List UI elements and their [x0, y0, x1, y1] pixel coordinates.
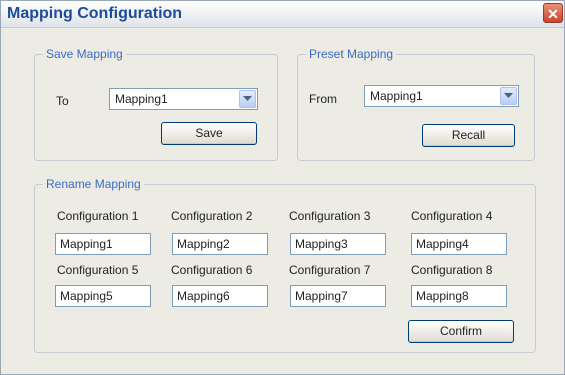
configuration-6-input[interactable]: Mapping6 — [172, 285, 268, 307]
configuration-4-input[interactable]: Mapping4 — [411, 233, 507, 255]
from-label: From — [309, 92, 337, 106]
preset-mapping-group: Preset Mapping From Mapping1 Recall — [297, 47, 535, 161]
preset-mapping-legend: Preset Mapping — [306, 47, 397, 61]
configuration-3-label: Configuration 3 — [289, 209, 371, 223]
to-label: To — [56, 94, 69, 108]
mapping-configuration-window: Mapping Configuration ✕ Save Mapping To … — [0, 0, 565, 375]
configuration-8-label: Configuration 8 — [411, 263, 493, 277]
configuration-8-input[interactable]: Mapping8 — [411, 285, 507, 307]
configuration-5-label: Configuration 5 — [57, 263, 139, 277]
recall-button[interactable]: Recall — [422, 124, 515, 147]
title-bar[interactable]: Mapping Configuration ✕ — [1, 1, 564, 28]
save-mapping-group: Save Mapping To Mapping1 Save — [34, 47, 278, 161]
window-title: Mapping Configuration — [7, 5, 183, 22]
configuration-1-label: Configuration 1 — [57, 209, 139, 223]
chevron-down-icon[interactable] — [239, 90, 256, 108]
save-mapping-legend: Save Mapping — [43, 47, 126, 61]
configuration-3-input[interactable]: Mapping3 — [290, 233, 386, 255]
configuration-2-input[interactable]: Mapping2 — [172, 233, 268, 255]
configuration-1-input[interactable]: Mapping1 — [55, 233, 151, 255]
save-mapping-select-value: Mapping1 — [115, 92, 168, 106]
configuration-6-label: Configuration 6 — [171, 263, 253, 277]
rename-mapping-group: Rename Mapping Configuration 1 Mapping1 … — [34, 177, 536, 353]
preset-mapping-select-value: Mapping1 — [370, 89, 423, 103]
configuration-4-label: Configuration 4 — [411, 209, 493, 223]
chevron-down-icon[interactable] — [500, 87, 517, 105]
rename-mapping-legend: Rename Mapping — [43, 177, 144, 191]
confirm-button[interactable]: Confirm — [408, 320, 514, 343]
save-button[interactable]: Save — [161, 122, 257, 145]
close-button[interactable]: ✕ — [543, 3, 563, 23]
save-mapping-select[interactable]: Mapping1 — [109, 88, 258, 110]
configuration-7-input[interactable]: Mapping7 — [290, 285, 386, 307]
configuration-2-label: Configuration 2 — [171, 209, 253, 223]
preset-mapping-select[interactable]: Mapping1 — [364, 85, 519, 107]
configuration-5-input[interactable]: Mapping5 — [55, 285, 151, 307]
configuration-7-label: Configuration 7 — [289, 263, 371, 277]
